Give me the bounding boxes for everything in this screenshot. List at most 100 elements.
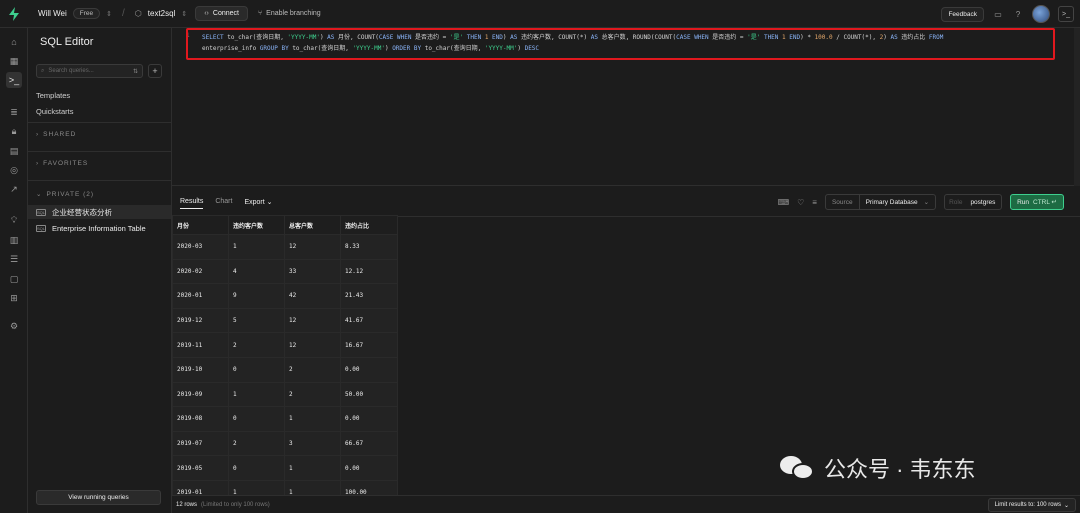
table-row[interactable]: 2019-05 0 1 0.00 (172, 455, 398, 481)
table-cell[interactable]: 9 (228, 283, 285, 309)
help-icon[interactable]: ? (1012, 10, 1024, 19)
inbox-icon[interactable]: ▭ (992, 10, 1004, 19)
feedback-button[interactable]: Feedback (941, 6, 984, 22)
table-cell[interactable]: 2019-09 (172, 381, 229, 408)
heart-icon[interactable]: ♡ (797, 198, 804, 207)
avatar[interactable] (1032, 5, 1050, 23)
table-cell[interactable]: 2019-11 (172, 332, 229, 358)
source-select[interactable]: Source Primary Database ⌄ (824, 194, 937, 210)
tab-export[interactable]: Export ⌄ (244, 198, 272, 206)
table-row[interactable]: 2020-03 1 12 8.33 (172, 234, 398, 260)
table-cell[interactable]: 4 (228, 258, 285, 285)
limit-results-button[interactable]: Limit results to: 100 rows ⌄ (987, 498, 1076, 512)
sql-code-editor[interactable]: 1 SELECT to_char(查询日期, 'YYYY-MM') AS 月份,… (172, 28, 1080, 186)
sql-editor-icon[interactable]: >_ (6, 72, 22, 88)
table-cell[interactable]: 0 (228, 455, 285, 481)
settings-icon[interactable]: ⚙ (8, 320, 20, 332)
table-row[interactable]: 2019-10 0 2 0.00 (172, 356, 398, 383)
edge-functions-icon[interactable]: ◎ (8, 164, 20, 176)
sidebar-item-quickstarts[interactable]: Quickstarts (36, 107, 74, 116)
table-cell[interactable]: 0.00 (340, 455, 398, 481)
table-cell[interactable]: 2 (284, 381, 341, 408)
table-row[interactable]: 2020-01 9 42 21.43 (172, 283, 398, 309)
sidebar-item-templates[interactable]: Templates (36, 91, 70, 100)
realtime-icon[interactable]: ↗ (8, 183, 20, 195)
query-file-item[interactable]: SQL 企业经营状态分析 (28, 205, 171, 219)
table-cell[interactable]: 2 (284, 356, 341, 383)
table-row[interactable]: 2019-07 2 3 66.67 (172, 430, 398, 457)
table-cell[interactable]: 1 (228, 381, 285, 408)
api-docs-icon[interactable]: ▢ (8, 273, 20, 285)
table-cell[interactable]: 2019-05 (172, 455, 229, 481)
menu-icon[interactable]: ≡ (812, 198, 817, 207)
table-cell[interactable]: 2019-10 (172, 356, 229, 383)
table-cell[interactable]: 21.43 (340, 283, 398, 309)
table-cell[interactable]: 2 (228, 430, 285, 457)
user-name[interactable]: Will Wei (38, 9, 67, 18)
query-file-item[interactable]: SQL Enterprise Information Table (28, 221, 171, 235)
column-header[interactable]: 总客户数 (284, 215, 341, 235)
table-cell[interactable]: 1 (284, 455, 341, 481)
table-cell[interactable]: 66.67 (340, 430, 398, 457)
integrations-icon[interactable]: ⊞ (8, 292, 20, 304)
table-cell[interactable]: 1 (228, 234, 285, 260)
editor-scrollbar[interactable] (1074, 28, 1080, 186)
table-cell[interactable]: 3 (284, 430, 341, 457)
auth-icon[interactable]: 🔒︎ (8, 125, 20, 137)
database-icon[interactable]: ≣ (8, 106, 20, 118)
table-cell[interactable]: 2019-07 (172, 430, 229, 457)
terminal-icon[interactable]: >_ (1058, 6, 1074, 22)
section-favorites[interactable]: › FAVORITES (36, 160, 88, 167)
table-cell[interactable]: 2019-12 (172, 307, 229, 334)
role-select[interactable]: Role postgres (944, 194, 1003, 210)
enable-branching-button[interactable]: ⑂ Enable branching (258, 10, 321, 17)
chevron-updown-icon[interactable]: ⇕ (106, 10, 112, 18)
table-cell[interactable]: 12 (284, 234, 341, 260)
table-cell[interactable]: 2019-08 (172, 406, 229, 432)
section-shared[interactable]: › SHARED (36, 131, 76, 138)
advisors-icon[interactable]: 💡︎ (8, 214, 20, 226)
table-editor-icon[interactable]: ▦ (8, 55, 20, 67)
table-cell[interactable]: 0 (228, 356, 285, 383)
project-name[interactable]: text2sql (148, 9, 176, 18)
column-header[interactable]: 月份 (172, 215, 229, 235)
table-cell[interactable]: 8.33 (340, 234, 398, 260)
table-row[interactable]: 2019-08 0 1 0.00 (172, 406, 398, 432)
table-row[interactable]: 2019-11 2 12 16.67 (172, 332, 398, 358)
table-cell[interactable]: 2020-02 (172, 258, 229, 285)
table-row[interactable]: 2019-09 1 2 50.00 (172, 381, 398, 408)
view-running-queries-button[interactable]: View running queries (36, 490, 161, 505)
table-cell[interactable]: 12 (284, 307, 341, 334)
table-cell[interactable]: 33 (284, 258, 341, 285)
section-private[interactable]: ⌄ PRIVATE (2) (36, 190, 94, 199)
table-cell[interactable]: 2 (228, 332, 285, 358)
table-row[interactable]: 2019-12 5 12 41.67 (172, 307, 398, 334)
tab-chart[interactable]: Chart (215, 198, 232, 205)
sort-icon[interactable]: ⇅ (133, 68, 138, 75)
table-row[interactable]: 2020-02 4 33 12.12 (172, 258, 398, 285)
table-cell[interactable]: 12.12 (340, 258, 398, 285)
table-cell[interactable]: 0 (228, 406, 285, 432)
run-button[interactable]: Run CTRL ↵ (1010, 194, 1064, 210)
table-cell[interactable]: 2020-03 (172, 234, 229, 260)
column-header[interactable]: 违约占比 (340, 215, 398, 235)
reports-icon[interactable]: ▥ (8, 234, 20, 246)
table-cell[interactable]: 0.00 (340, 356, 398, 383)
logs-icon[interactable]: ☰ (8, 253, 20, 265)
column-header[interactable]: 违约客户数 (228, 215, 285, 235)
table-cell[interactable]: 41.67 (340, 307, 398, 334)
table-cell[interactable]: 0.00 (340, 406, 398, 432)
table-cell[interactable]: 50.00 (340, 381, 398, 408)
connect-button[interactable]: ‹› Connect (195, 6, 248, 21)
chevron-updown-icon[interactable]: ⇕ (181, 10, 187, 18)
table-cell[interactable]: 1 (284, 406, 341, 432)
keyboard-icon[interactable]: ⌨ (778, 198, 790, 207)
home-icon[interactable]: ⌂ (8, 36, 20, 48)
table-cell[interactable]: 12 (284, 332, 341, 358)
tab-results[interactable]: Results (180, 198, 204, 209)
storage-icon[interactable]: ▤ (8, 145, 20, 157)
new-query-button[interactable]: + (148, 64, 162, 78)
table-cell[interactable]: 16.67 (340, 332, 398, 358)
table-cell[interactable]: 5 (228, 307, 285, 334)
table-cell[interactable]: 42 (284, 283, 341, 309)
